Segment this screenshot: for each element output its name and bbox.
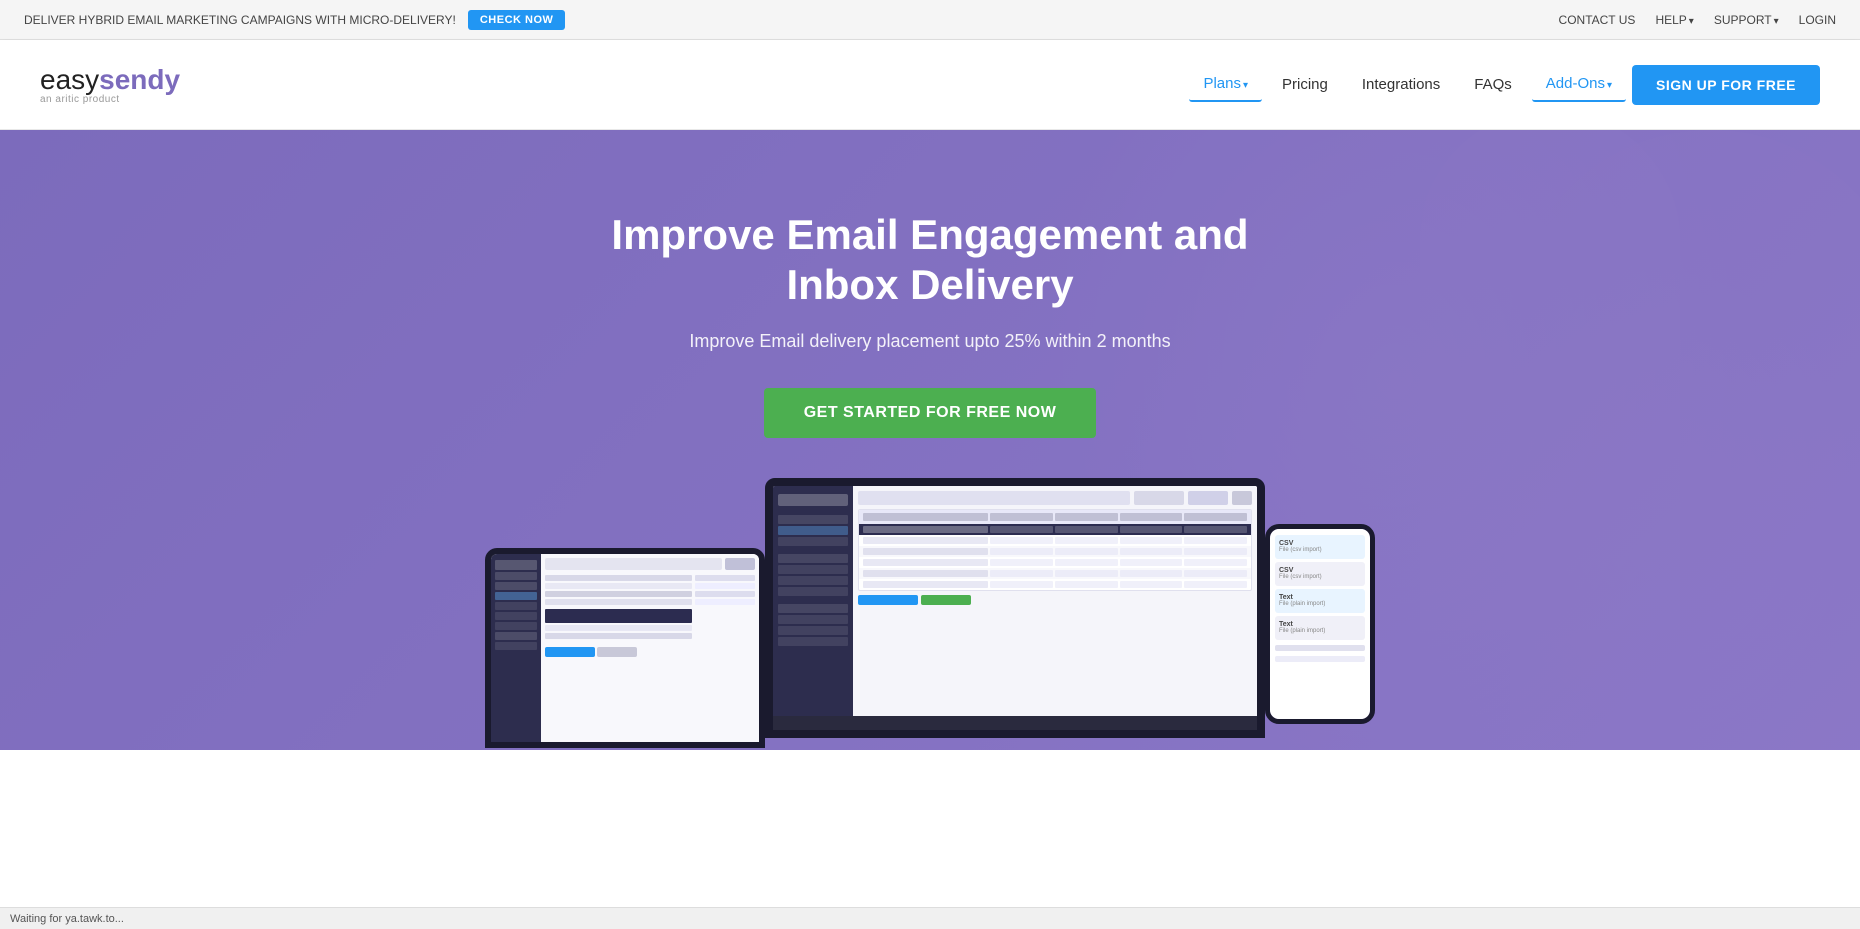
status-text: Waiting for ya.tawk.to... [10, 913, 124, 925]
plans-dropdown-icon: ▾ [1243, 80, 1248, 91]
hero-title: Improve Email Engagement and Inbox Deliv… [550, 210, 1310, 311]
check-now-button[interactable]: CHECK NOW [468, 10, 566, 30]
login-link[interactable]: LOGIN [1799, 13, 1836, 27]
contact-us-link[interactable]: CONTACT US [1559, 13, 1636, 27]
logo-text: easysendy [40, 64, 180, 96]
support-dropdown-icon: ▾ [1774, 16, 1779, 27]
logo-subtitle: an aritic product [40, 94, 180, 105]
nav-pricing[interactable]: Pricing [1268, 68, 1342, 101]
nav-integrations[interactable]: Integrations [1348, 68, 1454, 101]
status-bar: Waiting for ya.tawk.to... [0, 907, 1860, 929]
nav-links: Plans▾ Pricing Integrations FAQs Add-Ons… [1189, 65, 1820, 105]
nav-plans[interactable]: Plans▾ [1189, 67, 1262, 102]
top-bar-left: DELIVER HYBRID EMAIL MARKETING CAMPAIGNS… [24, 10, 565, 30]
logo[interactable]: easysendy an aritic product [40, 64, 180, 105]
hero-subtitle: Improve Email delivery placement upto 25… [550, 331, 1310, 352]
tablet-screen [491, 554, 759, 742]
laptop-screen [773, 486, 1257, 716]
help-dropdown-icon: ▾ [1689, 16, 1694, 27]
hero-section: Improve Email Engagement and Inbox Deliv… [0, 130, 1860, 750]
help-link[interactable]: HELP▾ [1655, 13, 1693, 27]
device-tablet [485, 548, 765, 748]
support-link[interactable]: SUPPORT▾ [1714, 13, 1779, 27]
main-nav: easysendy an aritic product Plans▾ Prici… [0, 40, 1860, 130]
top-bar-right: CONTACT US HELP▾ SUPPORT▾ LOGIN [1559, 13, 1836, 27]
hero-content: Improve Email Engagement and Inbox Deliv… [530, 210, 1330, 438]
announcement-text: DELIVER HYBRID EMAIL MARKETING CAMPAIGNS… [24, 13, 456, 27]
logo-sendy: sendy [99, 64, 180, 95]
logo-easy: easy [40, 64, 99, 95]
phone-screen: CSVFile (csv import) CSVFile (csv import… [1270, 529, 1370, 719]
top-bar: DELIVER HYBRID EMAIL MARKETING CAMPAIGNS… [0, 0, 1860, 40]
devices-area: CSVFile (csv import) CSVFile (csv import… [0, 478, 1860, 738]
laptop-base [765, 716, 1265, 730]
addons-dropdown-icon: ▾ [1607, 80, 1612, 91]
nav-addons[interactable]: Add-Ons▾ [1532, 67, 1626, 102]
signup-button[interactable]: SIGN UP FOR FREE [1632, 65, 1820, 105]
device-phone: CSVFile (csv import) CSVFile (csv import… [1265, 524, 1375, 724]
nav-faqs[interactable]: FAQs [1460, 68, 1526, 101]
device-laptop [765, 478, 1265, 738]
cta-button[interactable]: GET STARTED FOR FREE NOW [764, 388, 1097, 438]
